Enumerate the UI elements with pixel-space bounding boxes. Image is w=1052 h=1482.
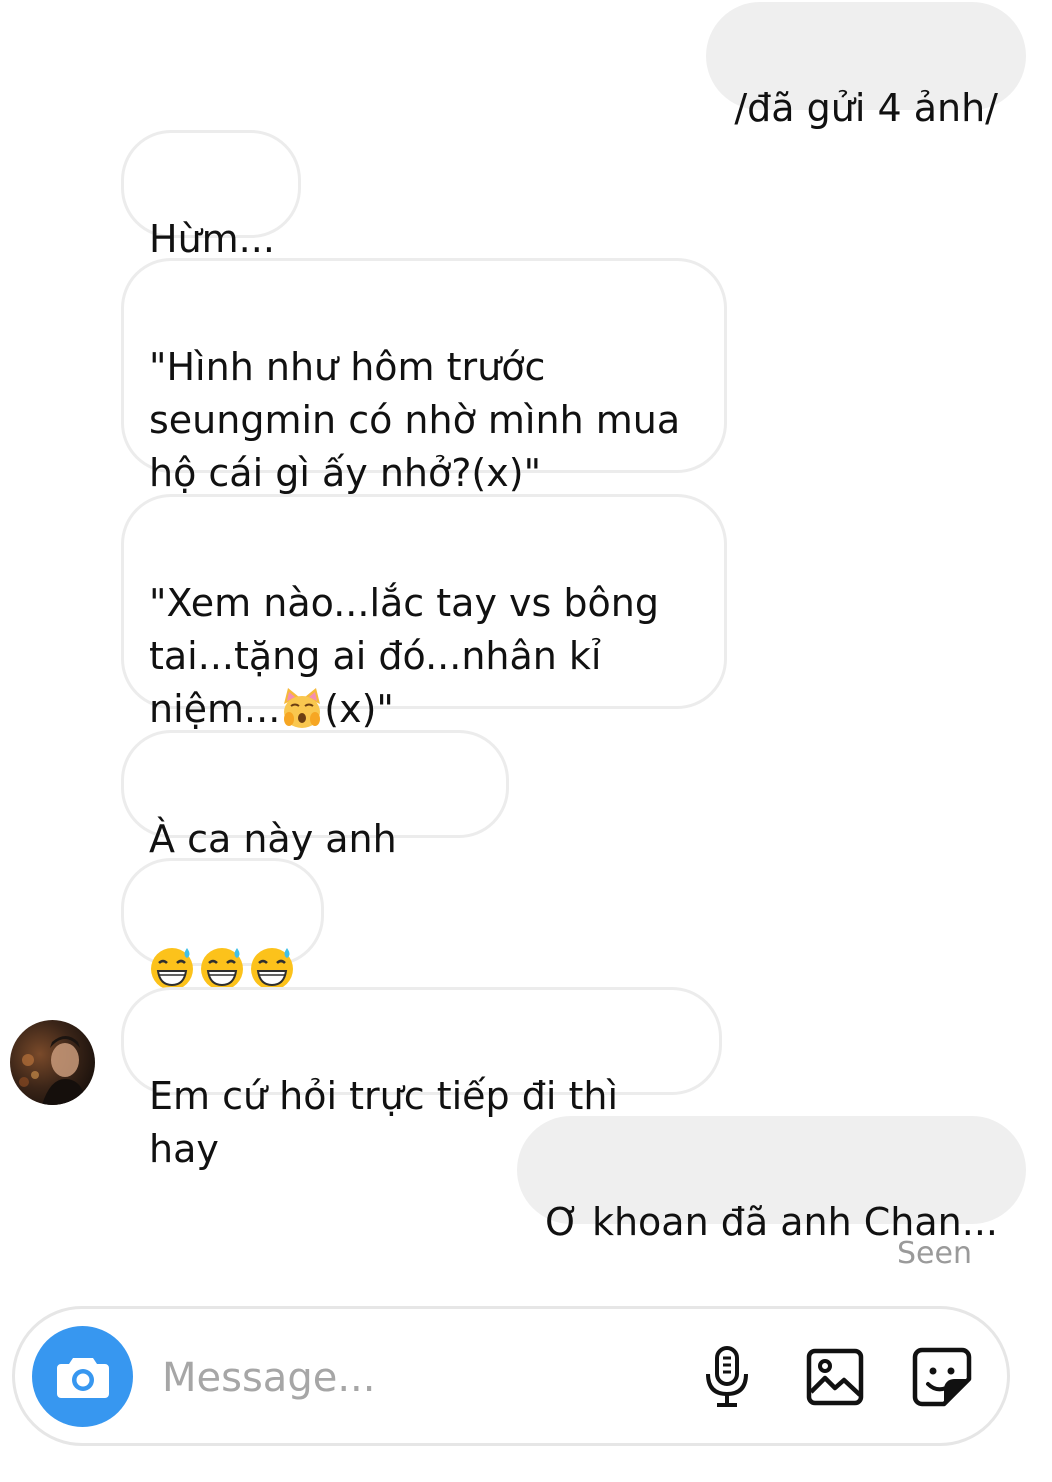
message-text: Hừm... xyxy=(149,217,275,261)
message-bubble-outgoing[interactable]: /đã gửi 4 ảnh/ xyxy=(706,2,1026,130)
avatar-image xyxy=(19,1036,87,1105)
message-bubble-incoming[interactable]: À ca này anh chịu xyxy=(121,730,509,914)
message-composer xyxy=(12,1306,1010,1446)
message-bubble-incoming[interactable] xyxy=(121,858,324,990)
camera-icon xyxy=(56,1357,109,1398)
sticker-button[interactable] xyxy=(910,1345,974,1409)
weary-cat-face-icon xyxy=(284,688,321,728)
grinning-sweat-face-icon xyxy=(251,947,293,990)
message-text: "Hình như hôm trước seungmin có nhờ mình… xyxy=(149,345,681,495)
message-bubble-incoming[interactable]: Em cứ hỏi trực tiếp đi thì hay xyxy=(121,987,722,1171)
message-bubble-incoming[interactable]: "Hình như hôm trước seungmin có nhờ mình… xyxy=(121,258,727,495)
gallery-button[interactable] xyxy=(803,1345,867,1409)
avatar[interactable] xyxy=(10,1020,95,1105)
grinning-sweat-face-icon xyxy=(151,947,193,990)
message-bubble-outgoing[interactable]: Ơ khoan đã anh Chan... xyxy=(517,1116,1026,1244)
message-text: (x)" xyxy=(324,687,394,731)
message-text: "Xem nào...lắc tay vs bông tai...tặng ai… xyxy=(149,581,659,731)
grinning-sweat-face-icon xyxy=(201,947,243,990)
message-text: /đã gửi 4 ảnh/ xyxy=(734,86,998,130)
camera-button[interactable] xyxy=(32,1326,133,1427)
gallery-icon xyxy=(806,1348,864,1406)
message-input[interactable] xyxy=(160,1347,664,1409)
message-bubble-incoming[interactable]: Hừm... xyxy=(121,130,301,261)
sticker-icon xyxy=(912,1347,972,1407)
seen-status: Seen xyxy=(897,1236,972,1271)
message-bubble-incoming[interactable]: "Xem nào...lắc tay vs bông tai...tặng ai… xyxy=(121,494,727,731)
voice-message-button[interactable] xyxy=(695,1345,759,1409)
microphone-icon xyxy=(706,1346,748,1407)
